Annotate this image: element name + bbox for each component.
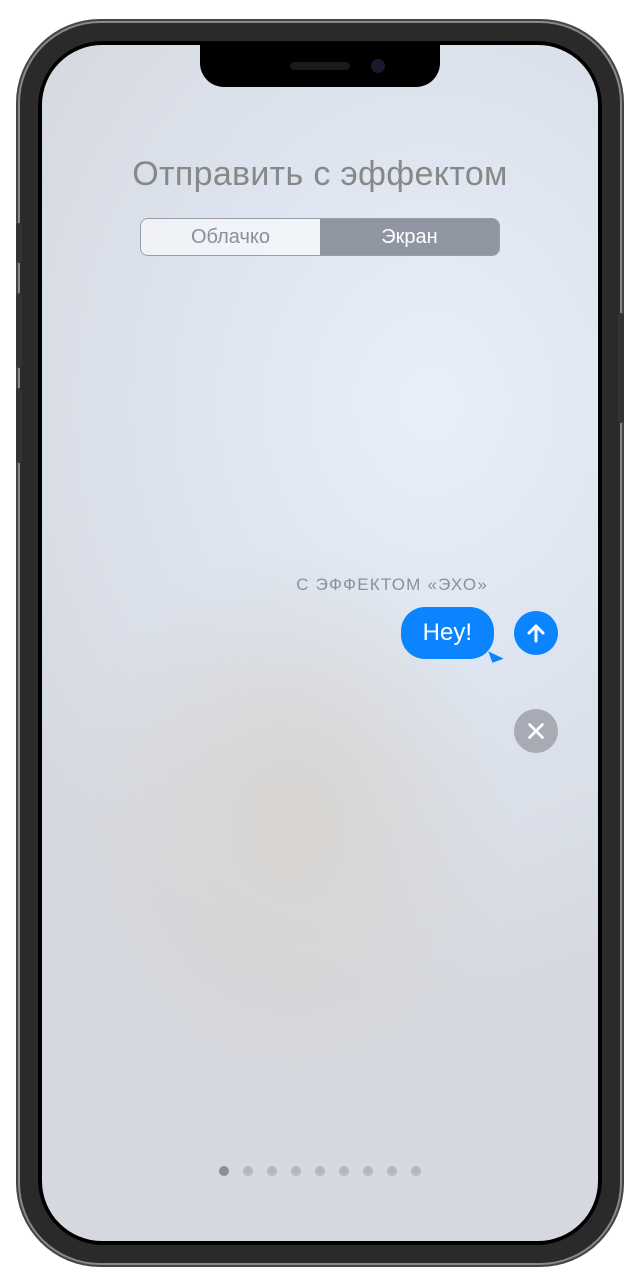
page-dot[interactable] [291, 1166, 301, 1176]
segment-bubble[interactable]: Облачко [141, 219, 320, 255]
screen: Отправить с эффектом Облачко Экран С ЭФФ… [42, 45, 598, 1241]
device-inner: Отправить с эффектом Облачко Экран С ЭФФ… [38, 41, 602, 1245]
page-dot[interactable] [387, 1166, 397, 1176]
close-icon [525, 720, 547, 742]
message-preview-area: С ЭФФЕКТОМ «ЭХО» Hey! [296, 575, 558, 753]
segmented-control: Облачко Экран [140, 218, 500, 256]
side-button [618, 313, 624, 423]
page-indicator [219, 1166, 421, 1176]
close-button[interactable] [514, 709, 558, 753]
page-dot[interactable] [243, 1166, 253, 1176]
page-dot[interactable] [339, 1166, 349, 1176]
front-camera [371, 59, 385, 73]
page-title: Отправить с эффектом [42, 155, 598, 194]
page-dot[interactable] [363, 1166, 373, 1176]
bubble-row: Hey! [401, 607, 558, 659]
effect-name-label: С ЭФФЕКТОМ «ЭХО» [296, 575, 488, 595]
arrow-up-icon [524, 621, 548, 645]
page-dot[interactable] [315, 1166, 325, 1176]
message-bubble: Hey! [401, 607, 494, 659]
page-dot[interactable] [267, 1166, 277, 1176]
content-area: Отправить с эффектом Облачко Экран С ЭФФ… [42, 45, 598, 1241]
silence-switch [16, 223, 22, 263]
volume-down-button [16, 388, 22, 463]
volume-up-button [16, 293, 22, 368]
notch [200, 45, 440, 87]
segment-screen[interactable]: Экран [320, 219, 499, 255]
speaker [290, 62, 350, 70]
device-frame: Отправить с эффектом Облачко Экран С ЭФФ… [20, 23, 620, 1263]
send-button[interactable] [514, 611, 558, 655]
page-dot[interactable] [219, 1166, 229, 1176]
page-dot[interactable] [411, 1166, 421, 1176]
